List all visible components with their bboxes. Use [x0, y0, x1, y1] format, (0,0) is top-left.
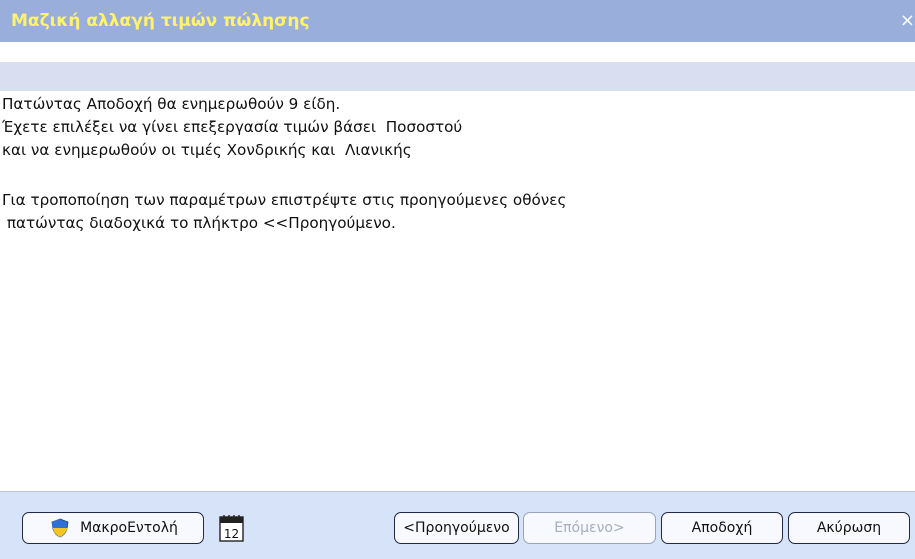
title-bar: Μαζική αλλαγή τιμών πώλησης × [0, 0, 915, 42]
message-line: και να ενημερωθούν οι τιμές Χονδρικής κα… [2, 141, 412, 159]
message-line: πατώντας διαδοχικά το πλήκτρο <<Προηγούμ… [2, 214, 396, 232]
next-button-label: Επόμενο> [554, 520, 625, 536]
cancel-button[interactable]: Ακύρωση [788, 512, 910, 544]
message-line: Έχετε επιλέξει να γίνει επεξεργασία τιμώ… [2, 118, 463, 136]
previous-button[interactable]: <Προηγούμενο [394, 512, 519, 544]
accept-button[interactable]: Αποδοχή [661, 512, 783, 544]
next-button[interactable]: Επόμενο> [523, 512, 656, 544]
macro-button[interactable]: ΜακροΕντολή [22, 512, 204, 544]
message-area: Πατώντας Αποδοχή θα ενημερωθούν 9 είδη. … [0, 91, 915, 491]
accept-button-label: Αποδοχή [691, 520, 753, 536]
cancel-button-label: Ακύρωση [816, 520, 882, 536]
message-line: Για τροποποίηση των παραμέτρων επιστρέψτ… [2, 191, 567, 209]
calendar-icon[interactable]: 12 [219, 514, 244, 542]
macro-button-label: ΜακροΕντολή [80, 520, 178, 536]
message-line: Πατώντας Αποδοχή θα ενημερωθούν 9 είδη. [2, 95, 341, 113]
close-icon[interactable]: × [895, 0, 915, 42]
previous-button-label: <Προηγούμενο [403, 520, 510, 536]
calendar-day: 12 [224, 527, 239, 541]
window-title: Μαζική αλλαγή τιμών πώλησης [11, 11, 310, 31]
shield-icon [51, 518, 69, 538]
header-strip [0, 42, 915, 62]
sub-header-bar [0, 62, 915, 91]
